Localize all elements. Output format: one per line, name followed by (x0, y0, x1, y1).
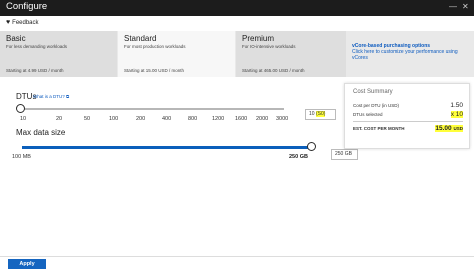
title-bar: Configure — ✕ (0, 0, 474, 16)
tier-name: Basic (6, 34, 26, 43)
minimize-icon[interactable]: — (449, 2, 457, 11)
dtu-tick-10: 10 (20, 116, 27, 122)
vcore-text: Click here to customize your performance… (352, 49, 458, 61)
dtu-tick-1600: 1600 (235, 116, 248, 122)
tier-premium[interactable]: Premium For IO-intensive workloads Start… (236, 31, 346, 77)
data-size-min-label: 100 MB (12, 154, 31, 160)
dtu-tier-code: (S0) (315, 111, 326, 117)
cost-per-dtu-row: Cost per DTU (in USD) 1.50 (353, 102, 463, 109)
tier-price: Starting at 465.00 USD / month (242, 68, 305, 73)
tier-description: For most production workloads (124, 44, 186, 49)
what-is-dtu-text: What is a DTU? (33, 94, 65, 99)
data-size-input[interactable]: 250 GB (331, 149, 358, 160)
tier-price: Starting at 15.00 USD / month (124, 68, 185, 73)
dtu-tick-2000: 2000 (256, 116, 269, 122)
tier-basic[interactable]: Basic For less demanding workloads Start… (0, 31, 117, 77)
apply-button[interactable]: Apply (8, 259, 46, 269)
heart-icon: ♥ (6, 19, 11, 26)
footer-divider (0, 256, 474, 257)
tier-standard[interactable]: Standard For most production workloads S… (118, 31, 235, 77)
dtu-value: 10 (309, 111, 315, 117)
what-is-dtu-link[interactable]: What is a DTU? ⧉ (33, 94, 69, 99)
dtu-tick-100: 100 (109, 116, 119, 122)
summary-divider (353, 121, 463, 122)
est-cost-value: 15.00 USD (435, 125, 463, 132)
est-cost-unit: USD (453, 126, 463, 131)
feedback-label: Feedback (12, 20, 39, 26)
cost-per-dtu-value: 1.50 (450, 102, 463, 109)
dtu-tick-800: 800 (188, 116, 198, 122)
dtu-value-input[interactable]: 10 (S0) (305, 109, 336, 120)
dtu-tick-3000: 3000 (276, 116, 289, 122)
dtu-tick-200: 200 (136, 116, 146, 122)
vcore-link[interactable]: vCore-based purchasing options Click her… (352, 43, 462, 61)
cost-summary-panel: Cost Summary Cost per DTU (in USD) 1.50 … (344, 83, 470, 149)
close-icon[interactable]: ✕ (462, 2, 469, 11)
est-cost-amount: 15.00 (435, 125, 452, 132)
data-size-slider-track[interactable] (22, 146, 311, 149)
est-cost-label: EST. COST PER MONTH (353, 126, 405, 131)
dtu-tick-400: 400 (162, 116, 172, 122)
est-cost-row: EST. COST PER MONTH 15.00 USD (353, 125, 463, 132)
data-size-max-label: 250 GB (289, 154, 308, 160)
dtu-tick-20: 20 (56, 116, 63, 122)
dtu-slider-thumb[interactable] (16, 104, 25, 113)
window-title: Configure (6, 1, 48, 12)
max-data-size-label: Max data size (16, 128, 66, 137)
dtus-selected-value: x 10 (450, 111, 463, 118)
dtu-tick-1200: 1200 (212, 116, 225, 122)
dtus-selected-row: DTUs selected x 10 (353, 111, 463, 118)
tier-description: For less demanding workloads (6, 44, 68, 49)
tier-name: Standard (124, 34, 157, 43)
tier-name: Premium (242, 34, 275, 43)
dtu-slider-track[interactable] (22, 108, 284, 110)
tier-description: For IO-intensive workloads (242, 44, 296, 49)
tier-price: Starting at 4.99 USD / month (6, 68, 64, 73)
dtus-selected-label: DTUs selected (353, 112, 383, 117)
cost-summary-title: Cost Summary (353, 89, 393, 95)
data-size-slider-thumb[interactable] (307, 142, 316, 151)
cost-per-dtu-label: Cost per DTU (in USD) (353, 103, 400, 108)
feedback-button[interactable]: ♥ Feedback (6, 19, 39, 26)
dtu-tick-50: 50 (84, 116, 91, 122)
